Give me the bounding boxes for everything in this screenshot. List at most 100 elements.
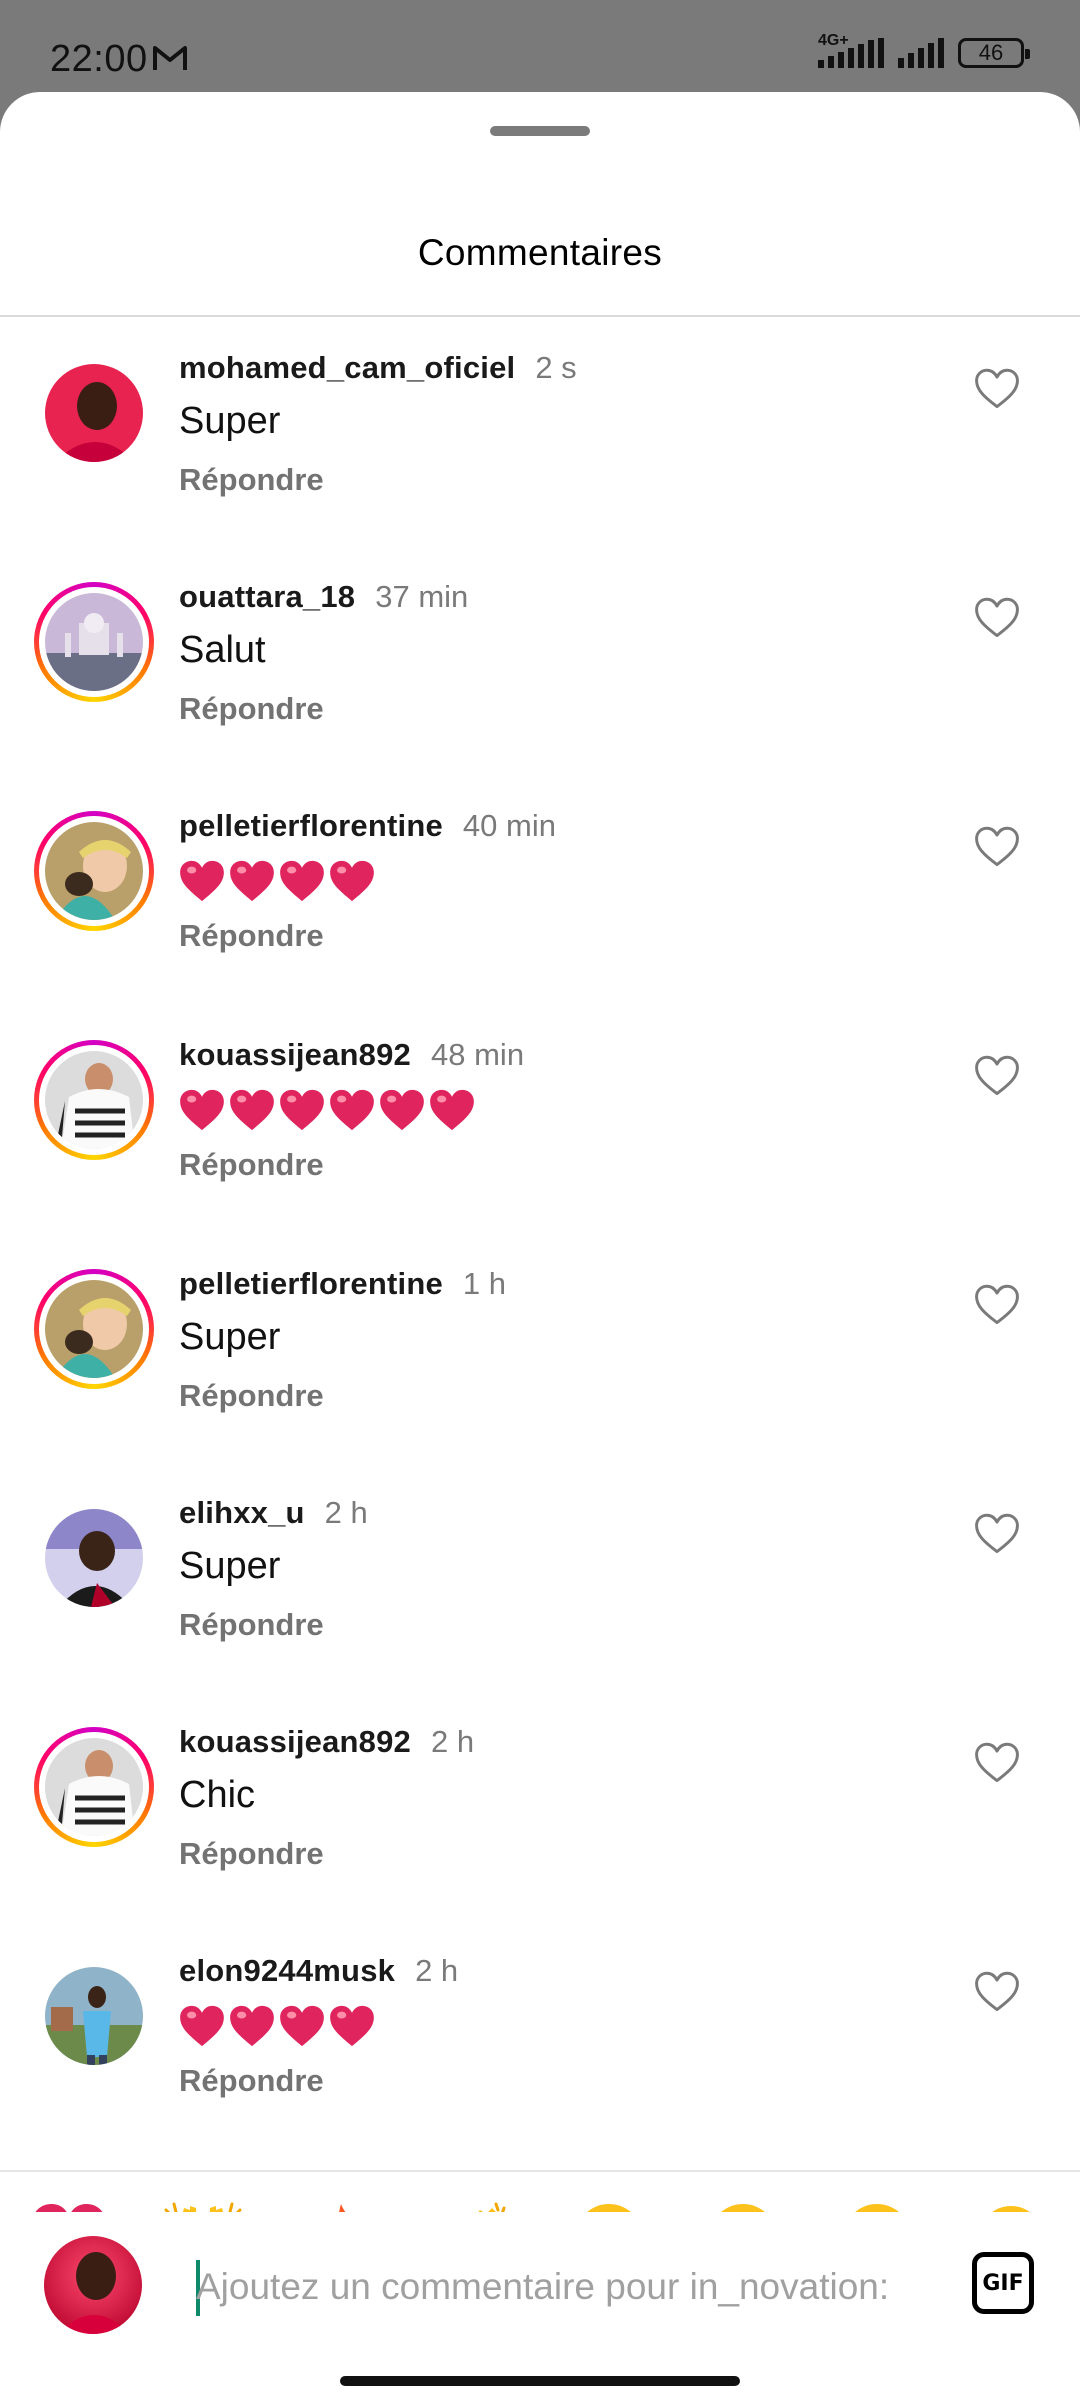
red-heart-emoji-icon	[180, 860, 224, 902]
drag-handle[interactable]	[490, 126, 590, 136]
red-heart-emoji-icon	[330, 860, 374, 902]
avatar[interactable]	[34, 353, 154, 473]
comment-item[interactable]: ouattara_18 37 min Salut Répondre	[0, 545, 1080, 774]
comment-text	[179, 1085, 939, 1135]
red-heart-emoji-icon	[330, 2005, 374, 2047]
reply-button[interactable]: Répondre	[179, 1378, 939, 1414]
comment-text	[179, 856, 939, 906]
reply-button[interactable]: Répondre	[179, 918, 939, 954]
signal-4g-icon: 4G+	[818, 32, 884, 68]
avatar[interactable]	[34, 1040, 154, 1160]
status-time: 22:00	[50, 38, 148, 80]
heart-outline-icon[interactable]	[974, 1055, 1020, 1097]
heart-outline-icon[interactable]	[974, 1513, 1020, 1555]
username[interactable]: kouassijean892	[179, 1724, 411, 1760]
red-heart-emoji-icon	[230, 860, 274, 902]
comment-item[interactable]: elon9244musk 2 h Répondre	[0, 1919, 1080, 2148]
red-heart-emoji-icon	[430, 1089, 474, 1131]
username[interactable]: elihxx_u	[179, 1495, 305, 1531]
avatar-photo	[45, 1738, 143, 1836]
comment-text: Super	[179, 400, 281, 442]
avatar[interactable]	[34, 1727, 154, 1847]
story-ring	[34, 1269, 154, 1389]
comment-item[interactable]: pelletierflorentine 40 min Répondre	[0, 774, 1080, 1003]
battery-icon: 46	[958, 38, 1030, 68]
story-ring	[34, 1040, 154, 1160]
username[interactable]: kouassijean892	[179, 1037, 411, 1073]
heart-outline-icon[interactable]	[974, 597, 1020, 639]
signal-icon	[898, 38, 944, 68]
comment-body: kouassijean892 48 min Répondre	[179, 1037, 939, 1183]
comment-body: mohamed_cam_oficiel 2 s Super Répondre	[179, 350, 939, 498]
avatar-photo	[45, 1967, 143, 2065]
avatar[interactable]	[34, 1498, 154, 1618]
heart-outline-icon[interactable]	[974, 1284, 1020, 1326]
heart-outline-icon[interactable]	[974, 1971, 1020, 2013]
comment-input[interactable]	[196, 2252, 926, 2322]
comment-text	[179, 2001, 939, 2051]
red-heart-emoji-icon	[180, 2005, 224, 2047]
comment-body: ouattara_18 37 min Salut Répondre	[179, 579, 939, 727]
comment-time: 1 h	[462, 1266, 507, 1301]
heart-outline-icon[interactable]	[974, 368, 1020, 410]
comment-time: 37 min	[375, 579, 469, 614]
comment-text: Chic	[179, 1774, 256, 1816]
avatar[interactable]	[34, 811, 154, 931]
reply-button[interactable]: Répondre	[179, 2063, 939, 2099]
comment-composer: GIF	[0, 2212, 1080, 2362]
comment-text: Salut	[179, 629, 266, 671]
username[interactable]: pelletierflorentine	[179, 808, 443, 844]
reply-button[interactable]: Répondre	[179, 1147, 939, 1183]
username[interactable]: elon9244musk	[179, 1953, 395, 1989]
avatar-photo	[45, 822, 143, 920]
red-heart-emoji-icon	[280, 2005, 324, 2047]
username[interactable]: mohamed_cam_oficiel	[179, 350, 515, 386]
reply-button[interactable]: Répondre	[179, 691, 939, 727]
battery-level: 46	[978, 40, 1004, 65]
heart-outline-icon[interactable]	[974, 1742, 1020, 1784]
comment-item[interactable]: kouassijean892 2 h Chic Répondre	[0, 1690, 1080, 1919]
avatar	[44, 2236, 142, 2334]
comment-text: Super	[179, 1545, 281, 1587]
red-heart-emoji-icon	[280, 860, 324, 902]
red-heart-emoji-icon	[180, 1089, 224, 1131]
gif-button[interactable]: GIF	[972, 2252, 1034, 2314]
username[interactable]: ouattara_18	[179, 579, 355, 615]
comment-time: 2 h	[415, 1953, 459, 1988]
comment-item[interactable]: mohamed_cam_oficiel 2 s Super Répondre	[0, 316, 1080, 545]
network-type: 4G+	[818, 32, 849, 49]
avatar-photo	[45, 1280, 143, 1378]
comment-time: 40 min	[462, 808, 556, 843]
reply-button[interactable]: Répondre	[179, 1836, 939, 1872]
comment-time: 2 h	[431, 1724, 475, 1759]
reply-button[interactable]: Répondre	[179, 1607, 939, 1643]
red-heart-emoji-icon	[280, 1089, 324, 1131]
status-indicators: 4G+ 46	[818, 32, 1030, 68]
avatar[interactable]	[34, 1269, 154, 1389]
story-ring	[34, 582, 154, 702]
comment-item[interactable]: pelletierflorentine 1 h Super Répondre	[0, 1232, 1080, 1461]
comment-time: 2 h	[324, 1495, 368, 1530]
story-ring	[34, 1727, 154, 1847]
username[interactable]: pelletierflorentine	[179, 1266, 443, 1302]
comment-text: Super	[179, 1316, 281, 1358]
reply-button[interactable]: Répondre	[179, 462, 939, 498]
comments-list[interactable]: mohamed_cam_oficiel 2 s Super Répondre ouatt…	[0, 316, 1080, 2170]
avatar[interactable]	[34, 1956, 154, 2076]
status-bar: 22:00 4G+ 46	[0, 0, 1080, 96]
sheet-title: Commentaires	[417, 232, 663, 273]
home-indicator[interactable]	[340, 2376, 740, 2386]
red-heart-emoji-icon	[380, 1089, 424, 1131]
comment-item[interactable]: kouassijean892 48 min Répondre	[0, 1003, 1080, 1232]
comment-body: elon9244musk 2 h Répondre	[179, 1953, 939, 2099]
avatar[interactable]	[34, 582, 154, 702]
comment-item[interactable]: elihxx_u 2 h Super Répondre	[0, 1461, 1080, 1690]
avatar-photo	[45, 1509, 143, 1607]
avatar-photo	[45, 1051, 143, 1149]
comments-sheet: Commentaires mohamed_cam_oficiel 2 s Super…	[0, 92, 1080, 2400]
gmail-icon	[153, 46, 187, 70]
story-ring	[34, 811, 154, 931]
comment-body: kouassijean892 2 h Chic Répondre	[179, 1724, 939, 1872]
heart-outline-icon[interactable]	[974, 826, 1020, 868]
comment-body: pelletierflorentine 1 h Super Répondre	[179, 1266, 939, 1414]
